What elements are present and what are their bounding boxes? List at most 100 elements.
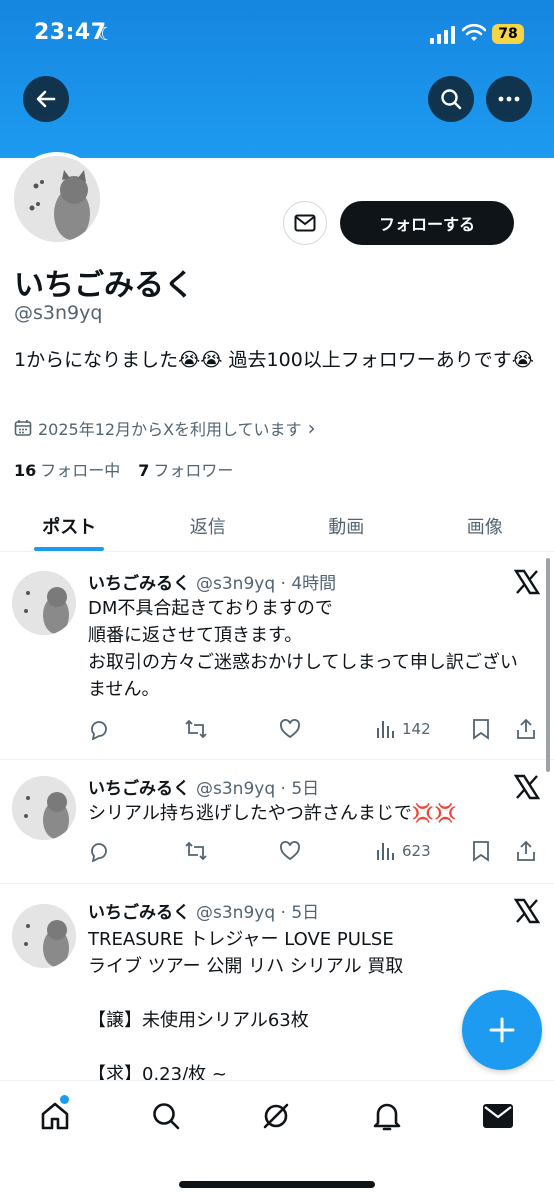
following-count: 16 xyxy=(14,461,37,480)
join-date-text: 2025年12月からXを利用しています xyxy=(38,420,302,439)
repost-button[interactable] xyxy=(184,838,208,864)
reply-icon xyxy=(91,843,107,862)
bookmark-icon xyxy=(473,841,489,862)
tab-posts[interactable]: ポスト xyxy=(0,500,139,551)
nav-home[interactable] xyxy=(38,1099,72,1133)
repost-icon xyxy=(185,719,207,739)
bottom-navigation xyxy=(0,1080,554,1200)
tab-videos[interactable]: 動画 xyxy=(277,500,416,551)
heart-icon xyxy=(280,841,300,861)
post-header: いちごみるく @s3n9yq · 5日 xyxy=(88,774,319,799)
notification-dot xyxy=(60,1095,69,1104)
tab-images[interactable]: 画像 xyxy=(416,500,554,551)
nav-notifications[interactable] xyxy=(370,1099,404,1133)
battery-indicator: 78 xyxy=(492,24,524,44)
repost-button[interactable] xyxy=(184,716,208,742)
search-icon xyxy=(153,1103,180,1130)
heart-icon xyxy=(280,719,300,739)
post-actions: 142 xyxy=(88,716,544,742)
status-bar: 23:47 ☾ 78 xyxy=(0,18,554,52)
bookmark-button[interactable] xyxy=(472,838,490,864)
follow-button[interactable]: フォローする xyxy=(340,201,514,245)
scrollbar[interactable] xyxy=(546,558,550,772)
cat-avatar-image xyxy=(12,776,76,840)
profile-handle: @s3n9yq xyxy=(14,302,103,324)
post-item[interactable]: いちごみるく @s3n9yq · 5日 シリアル持ち逃げしたやつ許さんまじで💢💢 … xyxy=(0,760,554,884)
share-icon xyxy=(517,840,535,861)
post-avatar[interactable] xyxy=(12,571,76,635)
envelope-icon xyxy=(483,1104,513,1128)
message-button[interactable] xyxy=(283,201,327,245)
nav-messages[interactable] xyxy=(481,1099,515,1133)
reply-button[interactable] xyxy=(88,716,110,742)
join-date[interactable]: 2025年12月からXを利用しています › xyxy=(14,416,316,440)
back-button[interactable] xyxy=(23,76,69,122)
cellular-signal-icon xyxy=(430,26,455,44)
post-handle-time: @s3n9yq · 5日 xyxy=(196,903,320,923)
follow-stats: 16 フォロー中 7 フォロワー xyxy=(14,457,233,481)
post-actions: 623 xyxy=(88,838,544,864)
cat-avatar-image xyxy=(12,571,76,635)
tab-replies[interactable]: 返信 xyxy=(139,500,278,551)
views-count: 142 xyxy=(402,720,431,738)
post-avatar[interactable] xyxy=(12,776,76,840)
grok-icon xyxy=(263,1103,289,1129)
home-icon xyxy=(41,1102,69,1130)
focus-moon-icon: ☾ xyxy=(98,24,115,45)
views-button[interactable]: 623 xyxy=(376,838,431,864)
followers-label: フォロワー xyxy=(153,461,234,480)
profile-avatar[interactable] xyxy=(10,152,104,246)
post-author-name[interactable]: いちごみるく xyxy=(88,574,190,594)
views-count: 623 xyxy=(402,842,431,860)
post-header: いちごみるく @s3n9yq · 5日 xyxy=(88,898,319,923)
x-logo-icon xyxy=(514,898,540,924)
home-indicator xyxy=(179,1181,375,1188)
analytics-icon xyxy=(377,721,394,738)
analytics-icon xyxy=(377,843,394,860)
plus-icon xyxy=(489,1017,515,1043)
post-item[interactable]: いちごみるく @s3n9yq · 4時間 DM不具合起きておりますので 順番に返さ… xyxy=(0,553,554,760)
post-author-name[interactable]: いちごみるく xyxy=(88,779,190,799)
reply-button[interactable] xyxy=(88,838,110,864)
compose-post-button[interactable] xyxy=(462,990,542,1070)
bell-icon xyxy=(373,1103,401,1131)
post-text: シリアル持ち逃げしたやつ許さんまじで💢💢 xyxy=(88,803,457,824)
post-text: DM不具合起きておりますので 順番に返させて頂きます。 お取引の方々ご迷惑おかけ… xyxy=(88,598,518,700)
share-icon xyxy=(517,718,535,739)
search-button[interactable] xyxy=(428,76,474,122)
post-header: いちごみるく @s3n9yq · 4時間 xyxy=(88,569,336,594)
post-handle-time: @s3n9yq · 4時間 xyxy=(196,574,337,594)
nav-search[interactable] xyxy=(149,1099,183,1133)
calendar-icon xyxy=(14,420,32,436)
like-button[interactable] xyxy=(279,716,301,742)
arrow-left-icon xyxy=(36,90,56,108)
wifi-icon xyxy=(462,23,486,41)
following-link[interactable]: 16 フォロー中 xyxy=(14,457,120,481)
views-button[interactable]: 142 xyxy=(376,716,431,742)
reply-icon xyxy=(91,721,107,740)
following-label: フォロー中 xyxy=(40,461,121,480)
post-handle-time: @s3n9yq · 5日 xyxy=(196,779,320,799)
share-button[interactable] xyxy=(516,716,536,742)
more-dots-icon xyxy=(498,96,520,102)
status-time: 23:47 xyxy=(34,20,107,45)
more-options-button[interactable] xyxy=(486,76,532,122)
repost-icon xyxy=(185,841,207,861)
cat-avatar-image xyxy=(12,904,76,968)
profile-tabs: ポスト 返信 動画 画像 xyxy=(0,500,554,552)
post-text: TREASURE トレジャー LOVE PULSE ライブ ツアー 公開 リハ … xyxy=(88,929,404,1080)
like-button[interactable] xyxy=(279,838,301,864)
chevron-right-icon: › xyxy=(307,416,316,440)
share-button[interactable] xyxy=(516,838,536,864)
profile-bio: 1からになりました😭😭 過去100以上フォロワーありです😭 xyxy=(14,349,534,371)
bookmark-button[interactable] xyxy=(472,716,490,742)
x-logo-icon xyxy=(514,569,540,595)
envelope-icon xyxy=(294,214,316,232)
followers-count: 7 xyxy=(138,461,150,480)
followers-link[interactable]: 7 フォロワー xyxy=(138,457,233,481)
post-author-name[interactable]: いちごみるく xyxy=(88,903,190,923)
post-avatar[interactable] xyxy=(12,904,76,968)
cat-avatar-image xyxy=(14,156,100,242)
x-logo-icon xyxy=(514,774,540,800)
nav-grok[interactable] xyxy=(259,1099,293,1133)
